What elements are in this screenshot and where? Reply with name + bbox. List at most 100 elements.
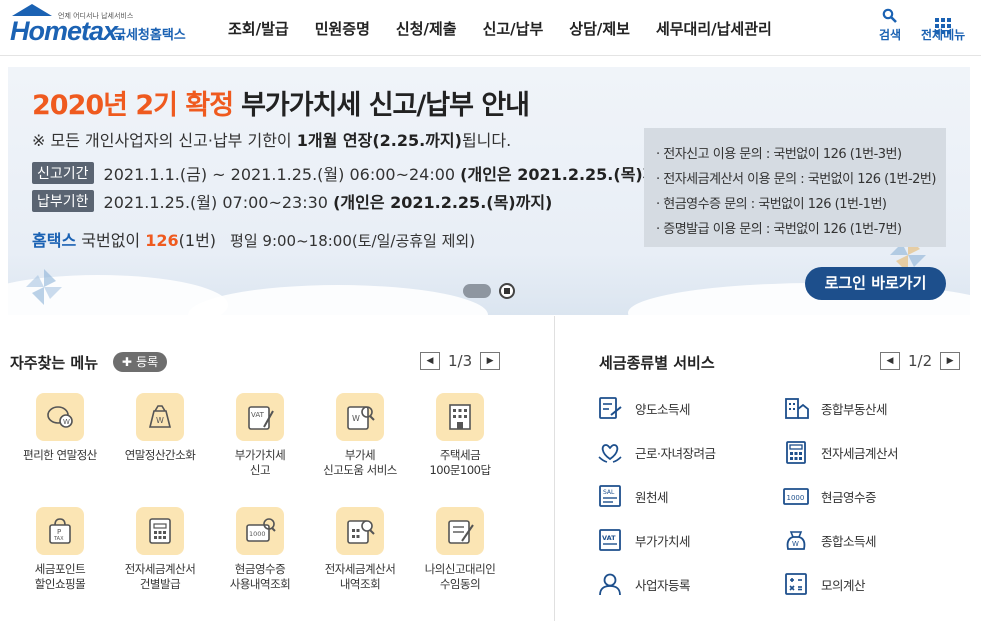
income-bag-icon: W <box>786 531 806 550</box>
favorite-label: 부가가치세 신고 <box>234 448 286 477</box>
tax-service-item[interactable]: VAT 부가가치세 <box>597 527 691 553</box>
tax-service-label: 종합소득세 <box>821 533 877 549</box>
favorite-item[interactable]: VAT 부가가치세 신고 <box>210 393 310 478</box>
banner-stop-button[interactable] <box>499 283 515 299</box>
favorite-label: 나의신고대리인 수임동의 <box>424 562 496 591</box>
all-menu-button[interactable]: 전체메뉴 <box>921 8 965 43</box>
register-favorite-button[interactable]: ✚ 등록 <box>113 352 167 372</box>
prev-arrow-icon[interactable]: ◀ <box>880 352 900 370</box>
tax-service-item[interactable]: 사업자등록 <box>597 571 691 597</box>
inquiry-line: · 전자신고 이용 문의 : 국번없이 126 (1번-3번) <box>656 147 902 162</box>
svg-text:1000: 1000 <box>249 530 266 538</box>
inquiry-line: · 전자세금계산서 이용 문의 : 국번없이 126 (1번-2번) <box>656 172 936 187</box>
tax-service-item[interactable]: 모의계산 <box>783 571 866 597</box>
tax-service-item[interactable]: 종합부동산세 <box>783 395 888 421</box>
favorite-item[interactable]: 전자세금계산서 건별발급 <box>110 507 210 592</box>
inquiry-line: · 증명발급 이용 문의 : 국번없이 126 (1번-7번) <box>656 222 902 237</box>
favorites-pager: ◀ 1/3 ▶ <box>420 352 501 370</box>
tax-service-label: 현금영수증 <box>821 489 877 505</box>
register-label: 등록 <box>136 355 159 369</box>
svg-text:W: W <box>792 540 799 548</box>
favorite-label: 전자세금계산서 내역조회 <box>324 562 396 591</box>
nav-consult[interactable]: 상담/제보 <box>569 18 630 39</box>
payment-deadline-personal: (개인은 2021.2.25.(목)까지) <box>333 193 553 212</box>
svg-text:VAT: VAT <box>251 411 265 419</box>
money-bag-icon: W <box>136 393 184 441</box>
nav-certificate[interactable]: 민원증명 <box>315 18 370 39</box>
vat-icon: VAT <box>599 529 621 551</box>
favorite-item[interactable]: P TAX 세금포인트 할인쇼핑몰 <box>10 507 110 592</box>
tax-service-label: 원천세 <box>635 489 669 505</box>
favorite-item[interactable]: W 부가세 신고도움 서비스 <box>310 393 410 478</box>
favorite-label: 현금영수증 사용내역조회 <box>229 562 291 591</box>
tax-service-label: 부가가치세 <box>635 533 691 549</box>
notice-text-end: 됩니다. <box>461 131 512 150</box>
calculator-icon <box>786 441 806 464</box>
favorite-item[interactable]: W 연말정산간소화 <box>110 393 210 463</box>
favorite-item[interactable]: 나의신고대리인 수임동의 <box>410 507 510 592</box>
inquiry-info-box: · 전자신고 이용 문의 : 국번없이 126 (1번-3번) · 전자세금계산… <box>644 128 946 247</box>
stop-icon <box>504 288 510 294</box>
logo-subtitle: 국세청홈택스 <box>114 28 186 43</box>
cash-receipt-icon: 1000 <box>236 507 284 555</box>
next-arrow-icon[interactable]: ▶ <box>480 352 501 370</box>
tax-service-label: 사업자등록 <box>635 577 691 593</box>
notice-text: ※ 모든 개인사업자의 신고·납부 기한이 <box>32 131 297 150</box>
contact-hometax: 홈택스 <box>32 231 77 250</box>
favorite-item[interactable]: 1000 현금영수증 사용내역조회 <box>210 507 310 592</box>
svg-text:W: W <box>63 418 70 426</box>
tax-service-item[interactable]: W 종합소득세 <box>783 527 877 553</box>
contact-post: (1번) <box>178 231 217 250</box>
favorite-item[interactable]: 주택세금 100문100답 <box>410 393 510 478</box>
all-menu-label: 전체메뉴 <box>921 28 966 42</box>
search-button[interactable]: 검색 <box>879 8 901 43</box>
nav-tax-agent[interactable]: 세무대리/납세관리 <box>656 18 772 39</box>
contact-hours: 평일 9:00~18:00(토/일/공휴일 제외) <box>230 232 476 250</box>
banner-pager <box>463 283 515 299</box>
tax-service-item[interactable]: 1000 현금영수증 <box>783 483 877 509</box>
tax-service-item[interactable]: 근로·자녀장려금 <box>597 439 716 465</box>
hometax-logo[interactable]: 언제 어디서나 납세서비스 Hometax. 국세청홈택스 <box>10 4 210 50</box>
tax-service-label: 양도소득세 <box>635 401 691 417</box>
svg-text:VAT: VAT <box>602 534 616 542</box>
tax-service-item[interactable]: 양도소득세 <box>597 395 691 421</box>
realestate-icon <box>785 398 809 419</box>
tax-service-label: 종합부동산세 <box>821 401 888 417</box>
svg-text:W: W <box>352 414 360 423</box>
agent-icon <box>436 507 484 555</box>
banner-title-main: 부가가치세 신고/납부 안내 <box>241 90 530 121</box>
vat-banner[interactable]: 2020년 2기 확정 부가가치세 신고/납부 안내 ※ 모든 개인사업자의 신고… <box>8 67 970 315</box>
invoice-search-icon <box>336 507 384 555</box>
transfer-icon <box>599 397 622 419</box>
invoice-icon <box>136 507 184 555</box>
tax-service-label: 모의계산 <box>821 577 866 593</box>
tax-service-label: 근로·자녀장려금 <box>635 445 716 461</box>
settlement-icon: W <box>36 393 84 441</box>
vat-help-icon: W <box>336 393 384 441</box>
nav-inquiry[interactable]: 조회/발급 <box>228 18 289 39</box>
nav-application[interactable]: 신청/제출 <box>396 18 457 39</box>
tax-service-label: 전자세금계산서 <box>821 445 899 461</box>
next-arrow-icon[interactable]: ▶ <box>940 352 961 370</box>
payment-deadline-row: 납부기한 2021.1.25.(월) 07:00~23:30 (개인은 2021… <box>32 189 552 213</box>
favorite-label: 세금포인트 할인쇼핑몰 <box>34 562 86 591</box>
tax-service-item[interactable]: 전자세금계산서 <box>783 439 899 465</box>
inquiry-line: · 현금영수증 문의 : 국번없이 126 (1번-1번) <box>656 197 887 212</box>
nav-report-payment[interactable]: 신고/납부 <box>483 18 544 39</box>
report-period-tag: 신고기간 <box>32 162 94 184</box>
receipt-1000-icon: 1000 <box>783 488 809 505</box>
simulation-icon <box>785 573 807 595</box>
svg-text:W: W <box>156 416 164 425</box>
favorite-item[interactable]: W 편리한 연말정산 <box>10 393 110 463</box>
section-divider <box>554 316 555 621</box>
heart-hands-icon <box>598 444 622 463</box>
tax-service-item[interactable]: SAL 원천세 <box>597 483 669 509</box>
notice-emphasis: 1개월 연장(2.25.까지) <box>296 131 462 150</box>
banner-slide-indicator[interactable] <box>463 284 491 298</box>
tax-services-title: 세금종류별 서비스 <box>599 354 715 372</box>
pinwheel-icon <box>26 269 62 305</box>
prev-arrow-icon[interactable]: ◀ <box>420 352 440 370</box>
favorites-page-number: 1/3 <box>448 352 473 370</box>
login-shortcut-button[interactable]: 로그인 바로가기 <box>805 267 946 300</box>
favorite-item[interactable]: 전자세금계산서 내역조회 <box>310 507 410 592</box>
